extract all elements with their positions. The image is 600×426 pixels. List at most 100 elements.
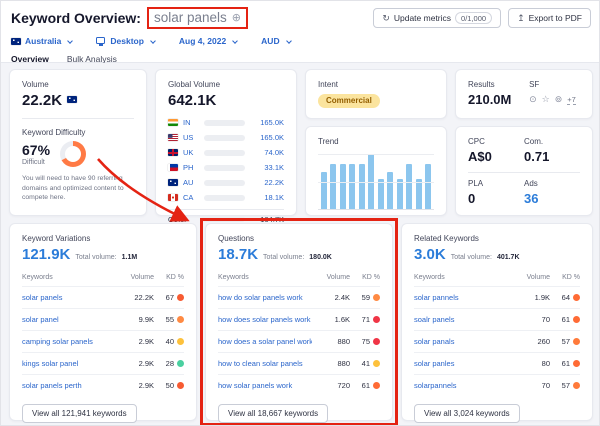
volume-bar: [204, 179, 245, 186]
ads-label: Ads: [524, 179, 538, 188]
keyword-link[interactable]: how does a solar panel work: [218, 337, 312, 346]
flag-in-icon: [168, 119, 178, 126]
keyword-link[interactable]: solar panals: [414, 337, 512, 346]
table-row: solar panals 260 57: [414, 330, 580, 352]
keyword-overview-page: Keyword Overview: solar panels ⊕ ↻ Updat…: [0, 0, 600, 426]
country-volume: 165.0K: [260, 133, 284, 142]
country-code[interactable]: UK: [183, 148, 201, 157]
volume-label: Volume: [22, 80, 49, 89]
table-row: how do solar panels work 2.4K 59: [218, 286, 380, 308]
kd-dot: [373, 294, 380, 301]
country-code[interactable]: PH: [183, 163, 201, 172]
keyword-link[interactable]: how solar panels work: [218, 381, 312, 390]
sf-label: SF: [529, 80, 540, 89]
keyword-link[interactable]: how does solar panels work: [218, 315, 312, 324]
sf-local-pack-icon[interactable]: ⊙: [529, 94, 537, 105]
sf-image-pack-icon[interactable]: ⊚: [555, 94, 563, 105]
table-header: Keywords Volume KD %: [414, 274, 580, 281]
table-row: how solar panels work 720 61: [218, 374, 380, 396]
update-metrics-label: Update metrics: [393, 13, 452, 23]
trend-bar: [349, 164, 356, 209]
table-row: solar panel 9.9K 55: [22, 308, 184, 330]
trend-bar: [415, 179, 422, 209]
competition-label: Com.: [524, 137, 544, 146]
volume-value: 22.2K: [22, 92, 63, 109]
country-code[interactable]: IN: [183, 118, 201, 127]
keyword-link[interactable]: camping solar panels: [22, 337, 116, 346]
device-filter[interactable]: Desktop: [96, 36, 156, 46]
table-row: solar panels perth 2.9K 50: [22, 374, 184, 396]
table-row: solarpannels 70 57: [414, 374, 580, 396]
questions-card: Questions 18.7K Total volume: 180.0K Key…: [205, 223, 393, 423]
chevron-down-icon: [285, 38, 292, 44]
currency-filter[interactable]: AUD: [261, 36, 292, 46]
keyword-link[interactable]: kings solar panel: [22, 359, 116, 368]
results-label: Results: [468, 80, 495, 89]
table-row: kings solar panel 2.9K 28: [22, 352, 184, 374]
country-row: AU 22.2K: [168, 175, 284, 190]
ads-value[interactable]: 36: [524, 191, 580, 206]
view-all-related-button[interactable]: View all 3,024 keywords: [414, 404, 520, 423]
trend-bar: [406, 164, 413, 209]
sf-more-count[interactable]: +7: [567, 95, 576, 105]
sf-reviews-icon[interactable]: ☆: [542, 94, 550, 105]
volume-bar: [204, 164, 245, 171]
intent-badge[interactable]: Commercial: [318, 94, 380, 108]
desktop-icon: [96, 36, 106, 46]
country-volume: 165.0K: [260, 118, 284, 127]
kd-dot: [177, 360, 184, 367]
trend-bar: [358, 164, 365, 209]
keyword-query: solar panels: [153, 10, 227, 25]
keyword-link[interactable]: solar panel: [22, 315, 116, 324]
table-header: Keywords Volume KD %: [22, 274, 184, 281]
keyword-link[interactable]: how do solar panels work: [218, 293, 312, 302]
kd-dot: [373, 338, 380, 345]
flag-ph-icon: [168, 164, 178, 171]
country-code[interactable]: US: [183, 133, 201, 142]
keyword-link[interactable]: solar panels perth: [22, 381, 116, 390]
page-title: Keyword Overview:: [11, 10, 141, 26]
update-metrics-button[interactable]: ↻ Update metrics 0/1,000: [373, 8, 502, 28]
keyword-link[interactable]: how to clean solar panels: [218, 359, 312, 368]
table-title: Questions: [218, 234, 255, 243]
trend-bar: [424, 164, 431, 209]
country-code[interactable]: CA: [183, 193, 201, 202]
volume-card: Volume 22.2K Keyword Difficulty 67% Diff…: [9, 69, 147, 216]
volume-bar: [201, 216, 245, 222]
trend-bar: [387, 172, 394, 209]
intent-label: Intent: [318, 80, 339, 89]
add-keyword-icon[interactable]: ⊕: [232, 11, 241, 24]
keyword-link[interactable]: solar pannels: [414, 293, 512, 302]
pla-label: PLA: [468, 179, 484, 188]
keyword-link[interactable]: solarpannels: [414, 381, 512, 390]
kd-donut-chart: [60, 141, 87, 167]
view-all-questions-button[interactable]: View all 18,667 keywords: [218, 404, 329, 423]
kd-dot: [177, 294, 184, 301]
country-row: IN 165.0K: [168, 115, 284, 130]
flag-us-icon: [168, 134, 178, 141]
country-row: CA 18.1K: [168, 190, 284, 205]
kd-dot: [177, 338, 184, 345]
related-keywords-card: Related Keywords 3.0K Total volume: 401.…: [401, 223, 593, 423]
global-volume-label: Global Volume: [168, 80, 221, 89]
table-row: solar panels 22.2K 67: [22, 286, 184, 308]
kd-note: You will need to have 90 referring domai…: [22, 175, 124, 202]
kd-dot: [573, 360, 580, 367]
export-pdf-button[interactable]: ↥ Export to PDF: [508, 8, 591, 28]
volume-bar: [204, 149, 245, 156]
refresh-icon: ↻: [382, 12, 390, 23]
volume-bar: [204, 134, 245, 141]
table-title: Keyword Variations: [22, 234, 91, 243]
country-code[interactable]: AU: [183, 178, 201, 187]
database-filter[interactable]: Australia: [11, 36, 74, 46]
keyword-link[interactable]: solar panles: [414, 359, 512, 368]
table-title: Related Keywords: [414, 234, 479, 243]
quota-badge: 0/1,000: [455, 12, 493, 24]
view-all-variations-button[interactable]: View all 121,941 keywords: [22, 404, 137, 423]
kd-dot: [177, 316, 184, 323]
keyword-link[interactable]: soalr panels: [414, 315, 512, 324]
kd-label: Keyword Difficulty: [22, 128, 86, 137]
keyword-link[interactable]: solar panels: [22, 293, 116, 302]
chevron-down-icon: [150, 38, 156, 44]
date-filter[interactable]: Aug 4, 2022: [179, 36, 239, 46]
